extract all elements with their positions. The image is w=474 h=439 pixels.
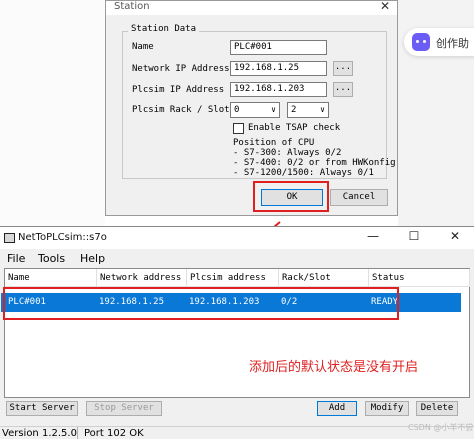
highlight-ok-box [253,181,329,212]
name-field[interactable]: PLC#001 [230,40,327,55]
assistant-label: 创作助 [436,37,469,50]
main-titlebar: NetToPLCsim::s7o — ☐ ✕ [0,227,474,249]
main-title: NetToPLCsim::s7o [18,232,107,243]
station-dialog: Station ✕ Station Data Name PLC#001 Netw… [105,0,398,216]
slot-dropdown[interactable]: 2 ∨ [287,102,329,118]
delete-button[interactable]: Delete [416,401,458,416]
dialog-titlebar: Station ✕ [106,0,397,15]
group-label: Station Data [128,24,200,34]
browse-network-button[interactable]: ... [333,61,353,76]
network-ip-field[interactable]: 192.168.1.25 [230,61,327,76]
close-icon[interactable]: ✕ [374,0,396,15]
column-header-rack-slot[interactable]: Rack/Slot [279,269,369,287]
rack-dropdown[interactable]: 0 ∨ [230,102,280,118]
minimize-icon[interactable]: — [358,229,388,247]
plcsim-ip-field[interactable]: 192.168.1.203 [230,82,327,97]
app-icon [4,233,15,243]
column-header-plcsim[interactable]: Plcsim address [187,269,279,287]
add-button[interactable]: Add [317,401,357,416]
stop-server-button[interactable]: Stop Server [86,401,162,416]
cpu-info-line: Position of CPU [233,138,315,148]
background-panel [0,0,105,230]
status-bar: Version 1.2.5.0 Port 102 OK [0,426,474,439]
start-server-button[interactable]: Start Server [6,401,78,416]
column-header-name[interactable]: Name [5,269,97,287]
slot-value: 2 [291,105,297,115]
chevron-down-icon: ∨ [271,105,276,114]
menu-file[interactable]: File [7,252,25,265]
main-window: NetToPLCsim::s7o — ☐ ✕ File Tools Help N… [0,226,474,439]
plcsim-ip-label: Plcsim IP Address [132,85,225,95]
menubar: File Tools Help [0,249,474,267]
browse-plcsim-button[interactable]: ... [333,82,353,97]
watermark: CSDN @小羊不尝 [408,423,474,432]
version-label: Version 1.2.5.0 [2,428,77,439]
rack-slot-label: Plcsim Rack / Slot [132,105,230,115]
network-ip-label: Network IP Address [132,64,230,74]
menu-tools[interactable]: Tools [38,252,65,265]
dialog-title: Station [114,1,150,12]
tsap-label: Enable TSAP check [248,123,341,133]
highlight-row-box [3,287,399,320]
column-header-status[interactable]: Status [369,269,470,287]
maximize-icon[interactable]: ☐ [399,229,429,247]
close-icon[interactable]: ✕ [440,229,470,247]
modify-button[interactable]: Modify [365,401,409,416]
name-label: Name [132,42,154,52]
cpu-info-line: - S7-400: 0/2 or from HWKonfig [233,158,396,168]
cpu-info-line: - S7-1200/1500: Always 0/1 [233,168,374,178]
status-divider [77,427,78,439]
cancel-button[interactable]: Cancel [330,189,388,206]
tsap-checkbox[interactable] [233,123,244,134]
robot-icon [412,33,430,51]
port-status-label: Port 102 OK [84,428,144,439]
annotation-text: 添加后的默认状态是没有开启 [249,360,419,375]
menu-help[interactable]: Help [80,252,105,265]
cpu-info-line: - S7-300: Always 0/2 [233,148,342,158]
rack-value: 0 [234,105,240,115]
chevron-down-icon: ∨ [320,105,325,114]
column-header-network[interactable]: Network address [97,269,187,287]
